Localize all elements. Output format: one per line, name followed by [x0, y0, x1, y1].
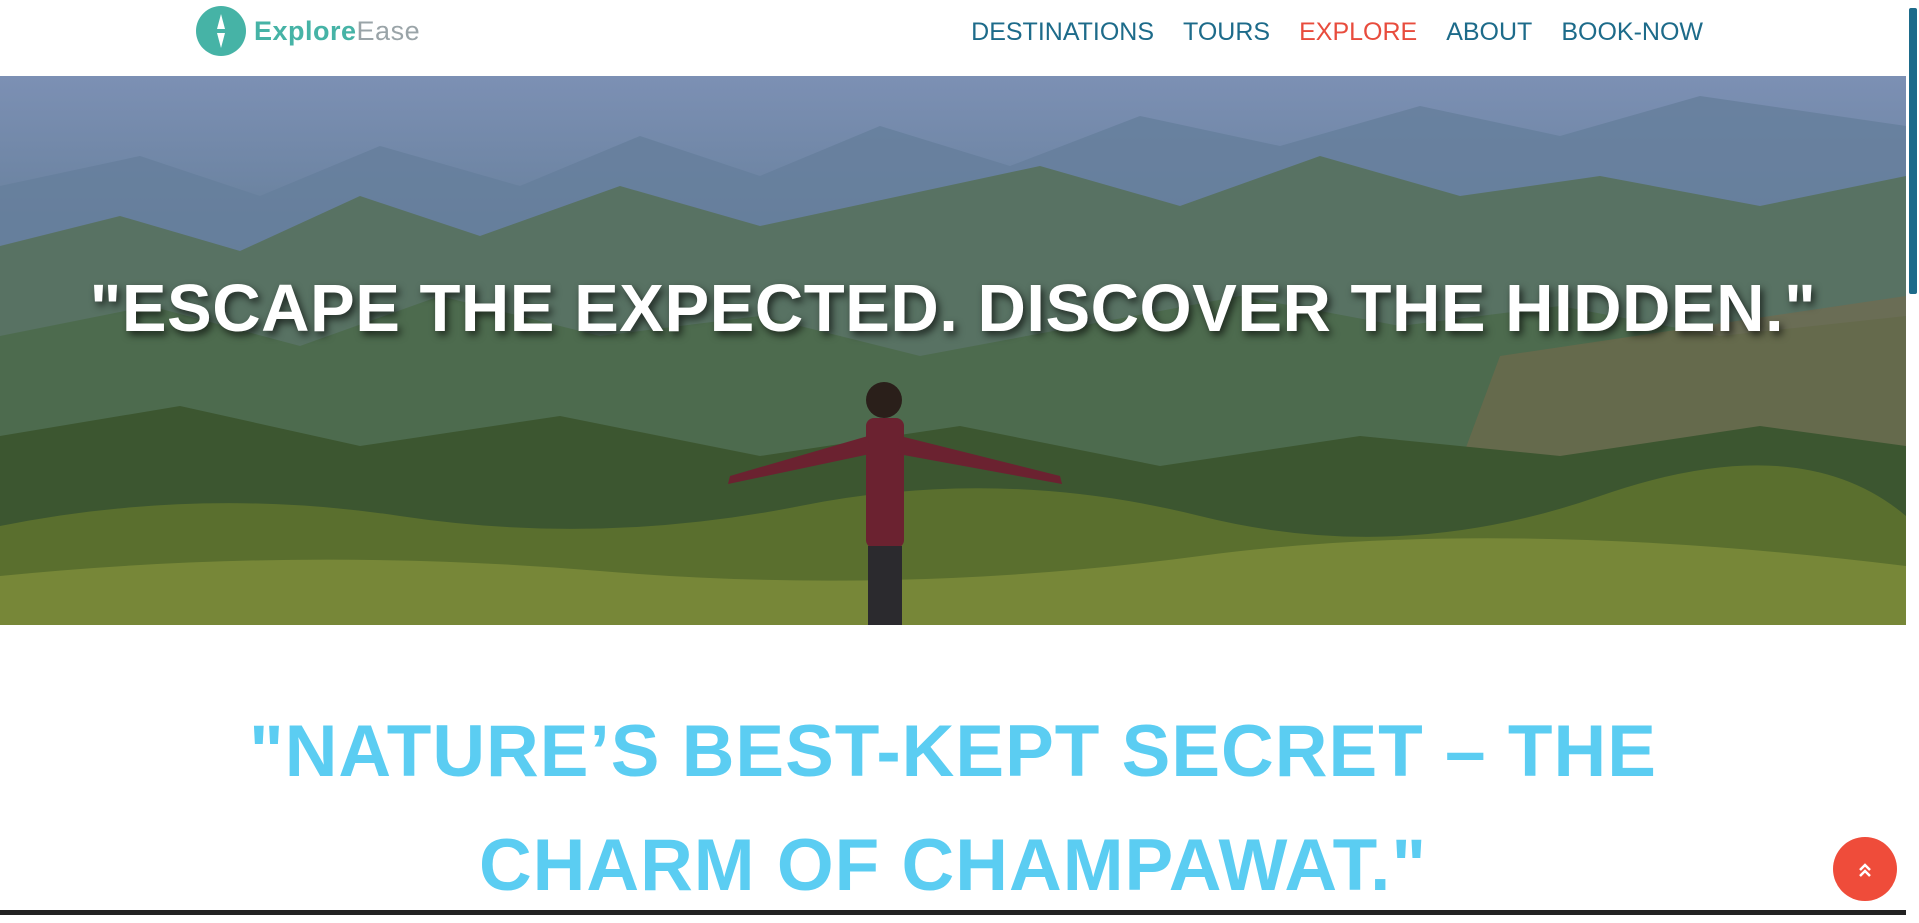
- section-heading: "NATURE’S BEST-KEPT SECRET – THE CHARM O…: [240, 695, 1666, 923]
- nav-book-now[interactable]: BOOK-NOW: [1561, 18, 1703, 47]
- nav-destinations[interactable]: DESTINATIONS: [971, 18, 1154, 47]
- section-heading-line1: "NATURE’S BEST-KEPT SECRET – THE: [249, 711, 1657, 792]
- brand-logo[interactable]: ExploreEase: [196, 6, 420, 56]
- brand-name-part1: Explore: [254, 15, 357, 46]
- main-nav: DESTINATIONS TOURS EXPLORE ABOUT BOOK-NO…: [971, 18, 1703, 47]
- brand-name: ExploreEase: [254, 16, 420, 47]
- scroll-to-top-button[interactable]: [1833, 837, 1897, 901]
- top-navbar: ExploreEase DESTINATIONS TOURS EXPLORE A…: [0, 0, 1906, 76]
- bottom-edge: [0, 910, 1906, 915]
- section-heading-line2: CHARM OF CHAMPAWAT.": [478, 825, 1428, 906]
- nav-about[interactable]: ABOUT: [1446, 18, 1532, 47]
- nav-explore[interactable]: EXPLORE: [1299, 18, 1417, 47]
- hero-banner: "ESCAPE THE EXPECTED. DISCOVER THE HIDDE…: [0, 76, 1906, 625]
- scrollbar-thumb[interactable]: [1909, 8, 1917, 294]
- hero-landscape-image: [0, 96, 1906, 625]
- brand-name-part2: Ease: [356, 15, 421, 46]
- page-scrollbar[interactable]: [1906, 0, 1919, 915]
- double-chevron-up-icon: [1855, 856, 1875, 881]
- nav-tours[interactable]: TOURS: [1183, 18, 1270, 47]
- hero-quote: "ESCAPE THE EXPECTED. DISCOVER THE HIDDE…: [89, 271, 1817, 346]
- compass-icon: [196, 6, 246, 56]
